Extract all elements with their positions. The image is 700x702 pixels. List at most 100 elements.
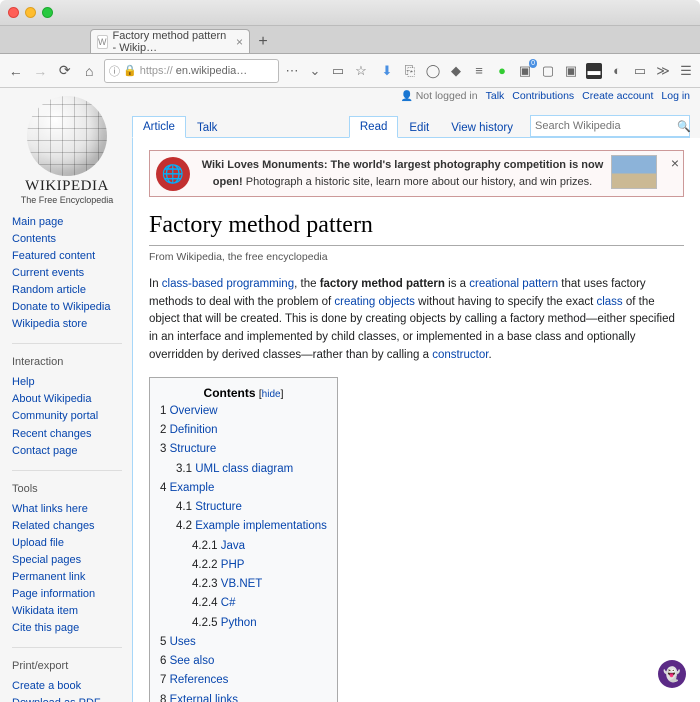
ext-icon-5[interactable]: ▣0	[517, 63, 533, 79]
sidebar-item-main-2[interactable]: Featured content	[12, 250, 95, 262]
toc-hide-link[interactable]: hide	[262, 389, 281, 400]
toc-link[interactable]: References	[170, 674, 229, 686]
link-creating-objects[interactable]: creating objects	[334, 296, 415, 308]
sidebar-item-interaction-3[interactable]: Recent changes	[12, 428, 92, 440]
forward-button[interactable]: →	[31, 61, 51, 81]
sidebar-item-main-5[interactable]: Donate to Wikipedia	[12, 301, 110, 313]
tab-article[interactable]: Article	[132, 116, 186, 138]
page-title: Factory method pattern	[149, 207, 684, 246]
zoom-window-button[interactable]	[42, 7, 53, 18]
sidebar-item-main-3[interactable]: Current events	[12, 267, 84, 279]
ext-icon-2[interactable]: ◆	[448, 63, 464, 79]
wikipedia-logo[interactable]: WIKIPEDIA The Free Encyclopedia	[8, 96, 126, 205]
link-constructor[interactable]: constructor	[432, 349, 488, 361]
sidebar-item-main-4[interactable]: Random article	[12, 284, 86, 296]
back-button[interactable]: ←	[6, 61, 26, 81]
main-column: Article Talk Read Edit View history 🔍 🌐 …	[132, 88, 700, 702]
link-creational-pattern[interactable]: creational pattern	[469, 278, 558, 290]
sidebar-item-tools-6[interactable]: Wikidata item	[12, 605, 78, 617]
ext-icon-9[interactable]: ◐	[609, 63, 625, 79]
sidebar-item-print-1[interactable]: Download as PDF	[12, 697, 101, 702]
sidebar-item-tools-5[interactable]: Page information	[12, 588, 95, 600]
minimize-window-button[interactable]	[25, 7, 36, 18]
toc-link[interactable]: Uses	[170, 636, 196, 648]
toc-link[interactable]: UML class diagram	[195, 463, 293, 475]
ext-icon-4[interactable]: ●	[494, 63, 510, 79]
search-icon[interactable]: 🔍	[677, 120, 691, 133]
sidebar-item-tools-2[interactable]: Upload file	[12, 537, 64, 549]
toc-link[interactable]: Definition	[170, 424, 218, 436]
link-class-based[interactable]: class-based programming	[162, 278, 294, 290]
globe-icon	[27, 96, 107, 176]
search-input[interactable]	[535, 120, 677, 132]
sidebar-item-interaction-2[interactable]: Community portal	[12, 410, 98, 422]
browser-tab-strip: W Factory method pattern - Wikip… × +	[0, 26, 700, 54]
info-icon[interactable]: ⓘ	[109, 63, 120, 79]
lock-icon: 🔒	[123, 64, 137, 77]
toc-link[interactable]: Example implementations	[195, 520, 327, 532]
menu-icon[interactable]: ☰	[678, 63, 694, 79]
page-content: Not logged in Talk Contributions Create …	[0, 88, 700, 702]
nav-print: Create a bookDownload as PDFPrintable ve…	[12, 678, 122, 702]
toc-link[interactable]: Python	[221, 617, 257, 629]
toc-link[interactable]: External links	[170, 694, 238, 702]
download-icon[interactable]: ⬇	[379, 63, 395, 79]
toc-link[interactable]: Java	[221, 540, 245, 552]
page-actions: ⋯ ⌄ ▭ ☆	[284, 63, 369, 79]
sidebar-item-tools-0[interactable]: What links here	[12, 503, 88, 515]
sidebar-item-main-6[interactable]: Wikipedia store	[12, 318, 87, 330]
floating-action-button[interactable]: 👻	[658, 660, 686, 688]
library-icon[interactable]: ⎘	[402, 63, 418, 79]
tab-edit[interactable]: Edit	[398, 117, 440, 138]
ext-icon-8[interactable]: ▬	[586, 63, 602, 79]
toc-link[interactable]: PHP	[221, 559, 245, 571]
toc-link[interactable]: Overview	[170, 405, 218, 417]
overflow-icon[interactable]: ≫	[655, 63, 671, 79]
tab-read[interactable]: Read	[349, 116, 399, 138]
tab-talk[interactable]: Talk	[186, 117, 228, 138]
browser-tab-active[interactable]: W Factory method pattern - Wikip… ×	[90, 29, 250, 53]
article-body: 🌐 Wiki Loves Monuments: The world's larg…	[132, 138, 700, 702]
sidebar-item-interaction-4[interactable]: Contact page	[12, 445, 77, 457]
sidebar-item-tools-1[interactable]: Related changes	[12, 520, 95, 532]
home-button[interactable]: ⌂	[80, 61, 100, 81]
tab-history[interactable]: View history	[440, 117, 524, 138]
ext-icon-3[interactable]: ≡	[471, 63, 487, 79]
toc-link[interactable]: C#	[221, 597, 236, 609]
sidebar-item-main-1[interactable]: Contents	[12, 233, 56, 245]
link-class[interactable]: class	[596, 296, 622, 308]
toc-link[interactable]: Example	[170, 482, 215, 494]
sidebar-item-main-0[interactable]: Main page	[12, 216, 63, 228]
extension-icons: ⬇ ⎘ ◯ ◆ ≡ ● ▣0 ▢ ▣ ▬ ◐ ▭ ≫ ☰	[379, 63, 694, 79]
sidebar-item-interaction-0[interactable]: Help	[12, 376, 35, 388]
sidebar-item-tools-7[interactable]: Cite this page	[12, 622, 79, 634]
sidebar-item-interaction-1[interactable]: About Wikipedia	[12, 393, 92, 405]
search-box[interactable]: 🔍	[530, 115, 690, 137]
new-tab-button[interactable]: +	[252, 31, 274, 53]
more-icon[interactable]: ⋯	[284, 63, 300, 79]
pocket-icon[interactable]: ⌄	[307, 63, 323, 79]
sidebar-item-tools-3[interactable]: Special pages	[12, 554, 81, 566]
toc-title: Contents [hide]	[160, 384, 327, 402]
lead-paragraph: In class-based programming, the factory …	[149, 276, 684, 365]
star-icon[interactable]: ☆	[353, 63, 369, 79]
ext-icon-10[interactable]: ▭	[632, 63, 648, 79]
ext-icon-1[interactable]: ◯	[425, 63, 441, 79]
toc-link[interactable]: Structure	[170, 443, 217, 455]
nav-tools: What links here Related changes Upload fil…	[12, 501, 122, 637]
banner-text: Wiki Loves Monuments: The world's larges…	[198, 157, 657, 190]
nav-heading-interaction: Interaction	[12, 350, 122, 371]
ext-icon-7[interactable]: ▣	[563, 63, 579, 79]
sidebar-item-tools-4[interactable]: Permanent link	[12, 571, 85, 583]
toc-link[interactable]: See also	[170, 655, 215, 667]
close-tab-icon[interactable]: ×	[236, 35, 243, 49]
close-banner-icon[interactable]: ×	[671, 153, 679, 174]
toc-link[interactable]: VB.NET	[221, 578, 263, 590]
sidebar-item-print-0[interactable]: Create a book	[12, 680, 81, 692]
reader-icon[interactable]: ▭	[330, 63, 346, 79]
reload-button[interactable]: ⟳	[55, 61, 75, 81]
url-bar[interactable]: ⓘ 🔒 https://en.wikipedia…	[104, 59, 279, 83]
toc-link[interactable]: Structure	[195, 501, 242, 513]
ext-icon-6[interactable]: ▢	[540, 63, 556, 79]
close-window-button[interactable]	[8, 7, 19, 18]
